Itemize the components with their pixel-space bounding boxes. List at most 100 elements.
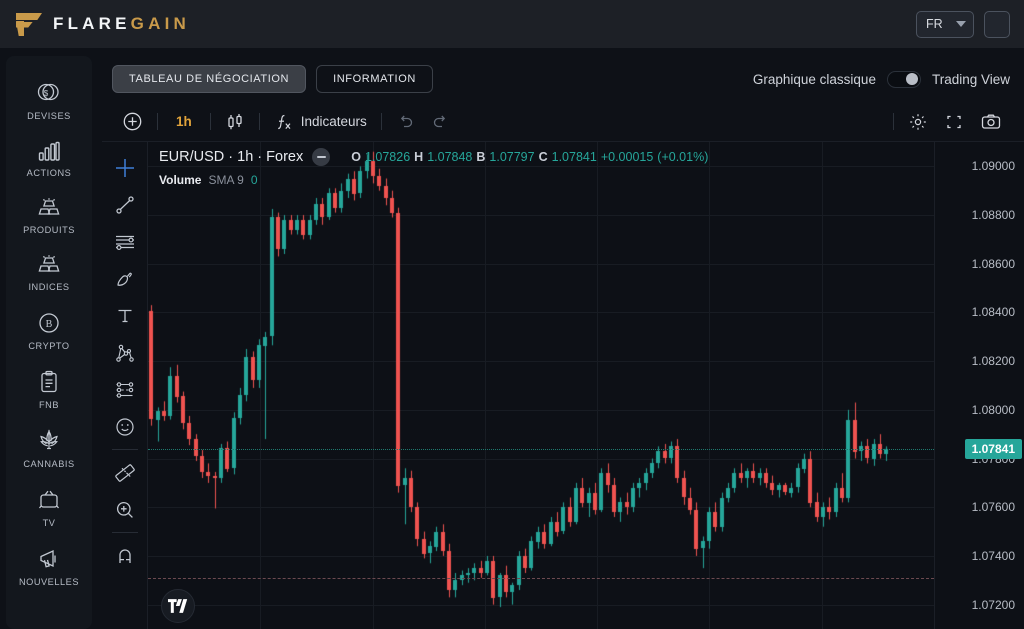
horizontal-levels-tool[interactable] — [108, 223, 142, 260]
undo-icon — [400, 115, 412, 128]
price-axis-tick: 1.08600 — [971, 256, 1015, 271]
forecast-tool[interactable] — [108, 371, 142, 408]
chart-panel: 1h Indicateurs EUR/USD · 1h · Forex O 1.… — [102, 102, 1024, 629]
fx-icon — [277, 114, 291, 129]
sidebar-item-fnb[interactable]: FNB — [6, 361, 92, 418]
flaregain-mark-icon — [14, 12, 42, 36]
app-body: $ DEVISES ACTIONS PRODUITS INDICES B CRY… — [0, 48, 1024, 629]
sidebar-item-devises[interactable]: $ DEVISES — [6, 72, 92, 129]
price-axis-tick: 1.08400 — [971, 305, 1015, 320]
sidebar-item-actions[interactable]: ACTIONS — [6, 131, 92, 186]
price-axis-tick: 1.07600 — [971, 500, 1015, 515]
text-icon — [118, 309, 131, 322]
tools-divider — [111, 449, 138, 450]
pattern-tool[interactable] — [108, 334, 142, 371]
price-axis-tick: 1.08200 — [971, 354, 1015, 369]
header-actions: FR — [916, 10, 1010, 38]
ruler-icon — [114, 463, 135, 482]
undo-button[interactable] — [388, 107, 423, 137]
chart-area: EUR/USD · 1h · Forex O 1.07826 H 1.07848 B… — [102, 142, 1024, 629]
price-axis-tick: 1.09000 — [971, 159, 1015, 174]
magnet-icon — [118, 548, 131, 563]
current-price-line — [148, 448, 934, 450]
add-symbol-button[interactable] — [114, 107, 151, 137]
price-axis[interactable]: 1.09000 1.08800 1.08600 1.08400 1.08200 1.080… — [934, 142, 1024, 629]
trend-line-icon — [115, 195, 134, 214]
tab-trading-board[interactable]: TABLEAU DE NÉGOCIATION — [112, 65, 307, 93]
redo-icon — [433, 115, 445, 128]
language-select-value: FR — [926, 17, 943, 31]
header-extra-button[interactable] — [984, 10, 1010, 38]
tradingview-logo-badge[interactable] — [161, 589, 195, 623]
price-axis-tick: 1.08000 — [971, 402, 1015, 417]
view-tabbar: TABLEAU DE NÉGOCIATION INFORMATION Graph… — [102, 56, 1024, 102]
measure-tool[interactable] — [108, 454, 142, 491]
forecast-icon — [116, 381, 133, 398]
svg-text:B: B — [46, 319, 53, 330]
tab-information[interactable]: INFORMATION — [316, 65, 433, 93]
sidebar-item-tv[interactable]: TV — [6, 479, 92, 536]
indicators-label: Indicateurs — [300, 114, 367, 129]
fullscreen-button[interactable] — [936, 107, 972, 137]
classic-chart-label: Graphique classique — [752, 71, 876, 87]
gear-icon — [910, 113, 926, 130]
indicators-button[interactable]: Indicateurs — [266, 107, 375, 137]
sidebar-item-produits[interactable]: PRODUITS — [6, 188, 92, 243]
drawing-tools-rail — [102, 142, 148, 629]
sidebar-item-cannabis[interactable]: CANNABIS — [6, 420, 92, 477]
brand-logo[interactable]: FLAREGAIN — [14, 12, 190, 36]
chart-type-button[interactable] — [217, 107, 253, 137]
chart-mode-switch[interactable] — [886, 70, 921, 88]
brush-tool[interactable] — [108, 260, 142, 297]
brand-name-gold: GAIN — [130, 14, 190, 33]
toolbar-divider — [157, 113, 158, 130]
trading-view-label: Trading View — [931, 71, 1010, 87]
sidebar-item-crypto[interactable]: B CRYPTO — [6, 302, 92, 359]
pattern-icon — [115, 344, 134, 362]
secondary-price-line — [148, 577, 934, 579]
smiley-icon — [115, 417, 134, 436]
toolbar-divider — [380, 113, 382, 130]
crosshair-tool[interactable] — [108, 149, 142, 186]
sidebar-item-nouvelles[interactable]: NOUVELLES — [6, 538, 92, 595]
sidebar-item-indices[interactable]: INDICES — [6, 245, 92, 300]
main-content: TABLEAU DE NÉGOCIATION INFORMATION Graph… — [98, 48, 1024, 629]
chart-toolbar: 1h Indicateurs — [102, 102, 1024, 142]
top-header: FLAREGAIN FR — [0, 0, 1024, 48]
redo-button[interactable] — [423, 107, 458, 137]
candlestick-canvas — [148, 142, 934, 629]
brand-wordmark: FLAREGAIN — [53, 14, 190, 34]
camera-icon — [981, 114, 1001, 129]
price-axis-tick: 1.08800 — [971, 208, 1015, 223]
sidebar-item-label: INDICES — [28, 282, 70, 292]
toolbar-divider — [209, 113, 211, 130]
price-axis-tick: 1.07200 — [971, 597, 1015, 612]
clipboard-icon — [38, 370, 60, 394]
zoom-in-icon — [116, 501, 133, 518]
gold-bars-icon — [36, 254, 62, 276]
chart-plot[interactable]: EUR/USD · 1h · Forex O 1.07826 H 1.07848 B… — [148, 142, 934, 629]
crosshair-icon — [115, 158, 134, 177]
sidebar-item-label: ACTIONS — [26, 168, 72, 178]
candlestick-icon — [228, 113, 242, 129]
trend-line-tool[interactable] — [108, 186, 142, 223]
snapshot-button[interactable] — [972, 107, 1010, 137]
cannabis-leaf-icon — [36, 429, 62, 453]
trading-platform-app: FLAREGAIN FR $ DEVISES ACTIONS PRODUITS … — [0, 0, 1024, 629]
text-tool[interactable] — [108, 297, 142, 334]
language-select[interactable]: FR — [916, 10, 974, 38]
zoom-in-tool[interactable] — [108, 491, 142, 528]
plus-circle-icon — [123, 112, 142, 131]
interval-button[interactable]: 1h — [164, 107, 204, 137]
magnet-tool[interactable] — [108, 537, 142, 574]
gold-bars-icon — [36, 197, 62, 219]
brush-icon — [116, 272, 132, 286]
chart-settings-button[interactable] — [900, 107, 936, 137]
emoji-tool[interactable] — [108, 408, 142, 445]
sidebar-item-label: TV — [42, 518, 56, 528]
television-icon — [36, 488, 62, 512]
svg-text:$: $ — [44, 89, 49, 98]
toolbar-divider — [258, 113, 260, 130]
toolbar-divider — [893, 113, 894, 130]
bar-chart-icon — [37, 140, 61, 162]
